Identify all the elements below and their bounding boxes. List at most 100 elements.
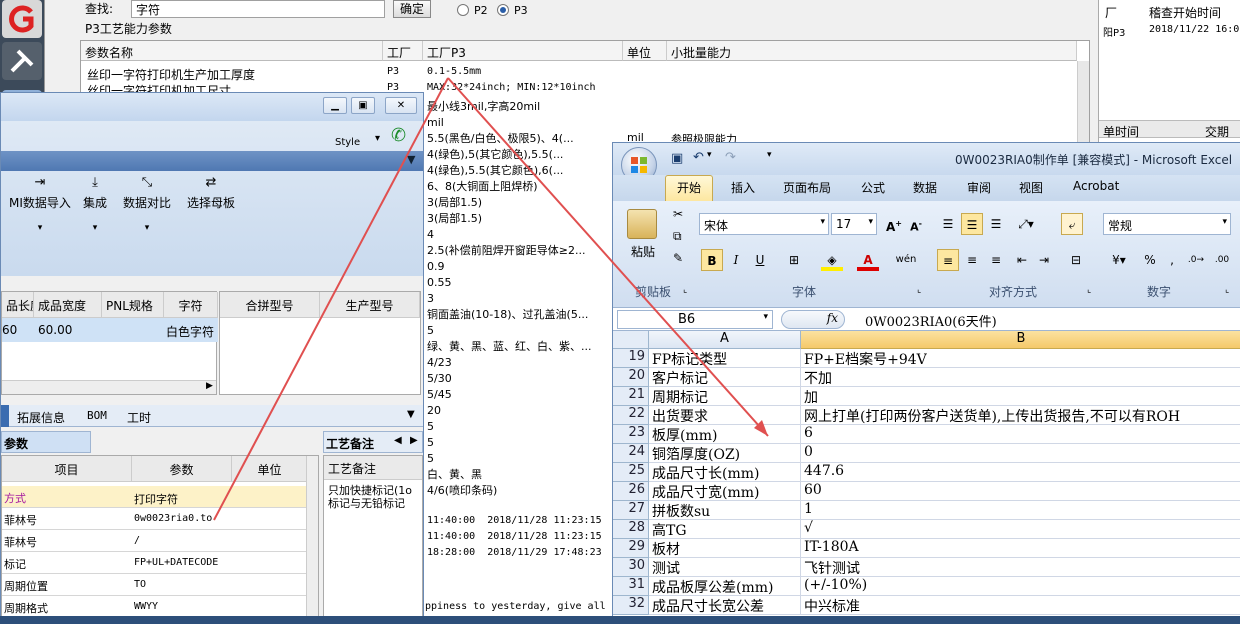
table-row[interactable]: 22 出货要求 网上打单(打印两份客户送货单),上传出货报告,不可以有ROH: [613, 406, 1240, 425]
grid-header[interactable]: PNL规格: [102, 292, 164, 318]
table-row[interactable]: 标记 FP+UL+DATECODE: [2, 552, 308, 574]
mi-import-button[interactable]: ⇥ MI数据导入 ▾: [9, 175, 71, 233]
chevron-down-icon[interactable]: ▼: [407, 153, 415, 166]
param-header[interactable]: 项目: [2, 456, 132, 482]
cell-a[interactable]: 成品尺寸长宽公差: [649, 596, 801, 615]
chevron-left-icon[interactable]: ◀: [394, 435, 402, 446]
row-number[interactable]: 19: [613, 349, 649, 368]
cell-b[interactable]: (+/-10%): [801, 577, 1240, 596]
underline-icon[interactable]: U: [749, 249, 771, 271]
function-icon[interactable]: fx: [781, 310, 845, 329]
confirm-button[interactable]: 确定: [393, 0, 431, 18]
cell-b[interactable]: 0: [801, 444, 1240, 463]
currency-icon[interactable]: ¥▾: [1105, 249, 1133, 271]
cell-a[interactable]: 拼板数su: [649, 501, 801, 520]
column-header-a[interactable]: A: [649, 331, 801, 349]
table-row[interactable]: 周期位置 TO: [2, 574, 308, 596]
cell-b[interactable]: 6: [801, 425, 1240, 444]
table-row[interactable]: 23 板厚(mm) 6: [613, 425, 1240, 444]
row-number[interactable]: 31: [613, 577, 649, 596]
excel-titlebar[interactable]: ▣ ↶ ▾ ↷ ▾ 0W0023RIA0制作单 [兼容模式] - Microso…: [613, 143, 1240, 183]
col-header-name[interactable]: 参数名称: [81, 41, 383, 61]
table-row[interactable]: 32 成品尺寸长宽公差 中兴标准: [613, 596, 1240, 615]
integrate-button[interactable]: ⤓ 集成 ▾: [83, 175, 107, 233]
cell-a[interactable]: 板材: [649, 539, 801, 558]
grid-header[interactable]: 合拼型号: [220, 292, 320, 318]
select-all-corner[interactable]: [613, 331, 649, 349]
format-painter-icon[interactable]: ✎: [673, 251, 683, 265]
chevron-down-icon[interactable]: ▾: [375, 133, 380, 144]
row-number[interactable]: 24: [613, 444, 649, 463]
undo-icon[interactable]: ↶: [693, 150, 704, 165]
radio-p2[interactable]: [457, 4, 469, 16]
col-header-factory-p3[interactable]: 工厂P3: [423, 41, 623, 61]
table-row[interactable]: 30 测试 飞针测试: [613, 558, 1240, 577]
customize-toolbar-icon[interactable]: ▾: [767, 150, 772, 160]
row-number[interactable]: 22: [613, 406, 649, 425]
cell-a[interactable]: 高TG: [649, 520, 801, 539]
dialog-launcher-icon[interactable]: ⌞: [683, 285, 687, 295]
italic-icon[interactable]: I: [725, 249, 747, 271]
chevron-down-icon[interactable]: ▾: [707, 150, 712, 160]
cell-b[interactable]: 不加: [801, 368, 1240, 387]
formula-input[interactable]: 0W0023RIA0(6天件): [865, 311, 997, 330]
vertical-scrollbar[interactable]: [306, 456, 318, 624]
table-row[interactable]: 丝印一字符打印机生产加工厚度 P3 0.1-5.5mm: [81, 65, 1081, 82]
table-row[interactable]: 21 周期标记加: [613, 387, 1240, 406]
align-bottom-icon[interactable]: ☰: [985, 213, 1007, 235]
row-number[interactable]: 25: [613, 463, 649, 482]
paste-label[interactable]: 粘贴: [631, 243, 655, 260]
cell-a[interactable]: 出货要求: [649, 406, 801, 425]
table-row[interactable]: 60 60.00 白色字符: [2, 318, 218, 342]
decrease-indent-icon[interactable]: ⇤: [1011, 249, 1033, 271]
table-row[interactable]: 方式 打印字符: [2, 486, 308, 508]
font-size-select[interactable]: 17 ▾: [831, 213, 877, 235]
grid-header[interactable]: 品长度: [2, 292, 34, 318]
table-row[interactable]: 26 成品尺寸宽(mm) 60: [613, 482, 1240, 501]
cell-b[interactable]: IT-180A: [801, 539, 1240, 558]
table-row[interactable]: 27 拼板数su 1: [613, 501, 1240, 520]
dialog-launcher-icon[interactable]: ⌞: [1225, 285, 1229, 295]
tab-data[interactable]: 数据: [913, 179, 937, 196]
tab-parameters[interactable]: 参数: [1, 431, 91, 453]
grow-font-icon[interactable]: A+: [883, 213, 905, 235]
horizontal-scrollbar[interactable]: ▶: [2, 380, 216, 394]
grid-header[interactable]: 字符: [164, 292, 218, 318]
table-row[interactable]: 20 客户标记 不加: [613, 368, 1240, 387]
borders-icon[interactable]: ⊞: [783, 249, 805, 271]
align-top-icon[interactable]: ☰: [937, 213, 959, 235]
table-row[interactable]: 24 铜箔厚度(OZ) 0: [613, 444, 1240, 463]
app-logo-icon[interactable]: [2, 0, 42, 38]
row-number[interactable]: 27: [613, 501, 649, 520]
paste-icon[interactable]: [627, 209, 657, 239]
wrap-text-icon[interactable]: ⤶: [1061, 213, 1083, 235]
dialog-launcher-icon[interactable]: ⌞: [917, 285, 921, 295]
phonetic-icon[interactable]: wén: [895, 249, 917, 271]
phone-icon[interactable]: ✆: [391, 125, 413, 147]
table-row[interactable]: 31 成品板厚公差(mm) (+/-10%): [613, 577, 1240, 596]
decrease-decimal-icon[interactable]: .00: [1211, 249, 1233, 271]
cell-b[interactable]: 60: [801, 482, 1240, 501]
search-input[interactable]: 字符: [131, 0, 385, 18]
tab-page-layout[interactable]: 页面布局: [783, 179, 831, 196]
shrink-font-icon[interactable]: A-: [905, 213, 927, 235]
chevron-down-icon[interactable]: ▼: [407, 409, 415, 420]
col-header-unit[interactable]: 单位: [623, 41, 667, 61]
row-number[interactable]: 29: [613, 539, 649, 558]
grid-header[interactable]: 成品宽度: [34, 292, 102, 318]
row-number[interactable]: 32: [613, 596, 649, 615]
copy-icon[interactable]: ⧉: [673, 229, 682, 244]
radio-p3[interactable]: [497, 4, 509, 16]
param-header[interactable]: 单位: [232, 456, 308, 482]
close-button[interactable]: ✕: [385, 97, 417, 114]
tab-bom[interactable]: BOM: [87, 409, 107, 422]
redo-icon[interactable]: ↷: [725, 150, 736, 165]
notes-text[interactable]: 只加快捷标记(1o标记与无铅标记: [324, 480, 422, 514]
col-header-factory[interactable]: 工厂: [383, 41, 423, 61]
orientation-icon[interactable]: ⤢▾: [1011, 213, 1041, 235]
row-number[interactable]: 23: [613, 425, 649, 444]
tab-home[interactable]: 开始: [677, 179, 701, 196]
cell-b[interactable]: 1: [801, 501, 1240, 520]
align-middle-icon[interactable]: ☰: [961, 213, 983, 235]
col-header-small-batch[interactable]: 小批量能力: [667, 41, 1077, 61]
